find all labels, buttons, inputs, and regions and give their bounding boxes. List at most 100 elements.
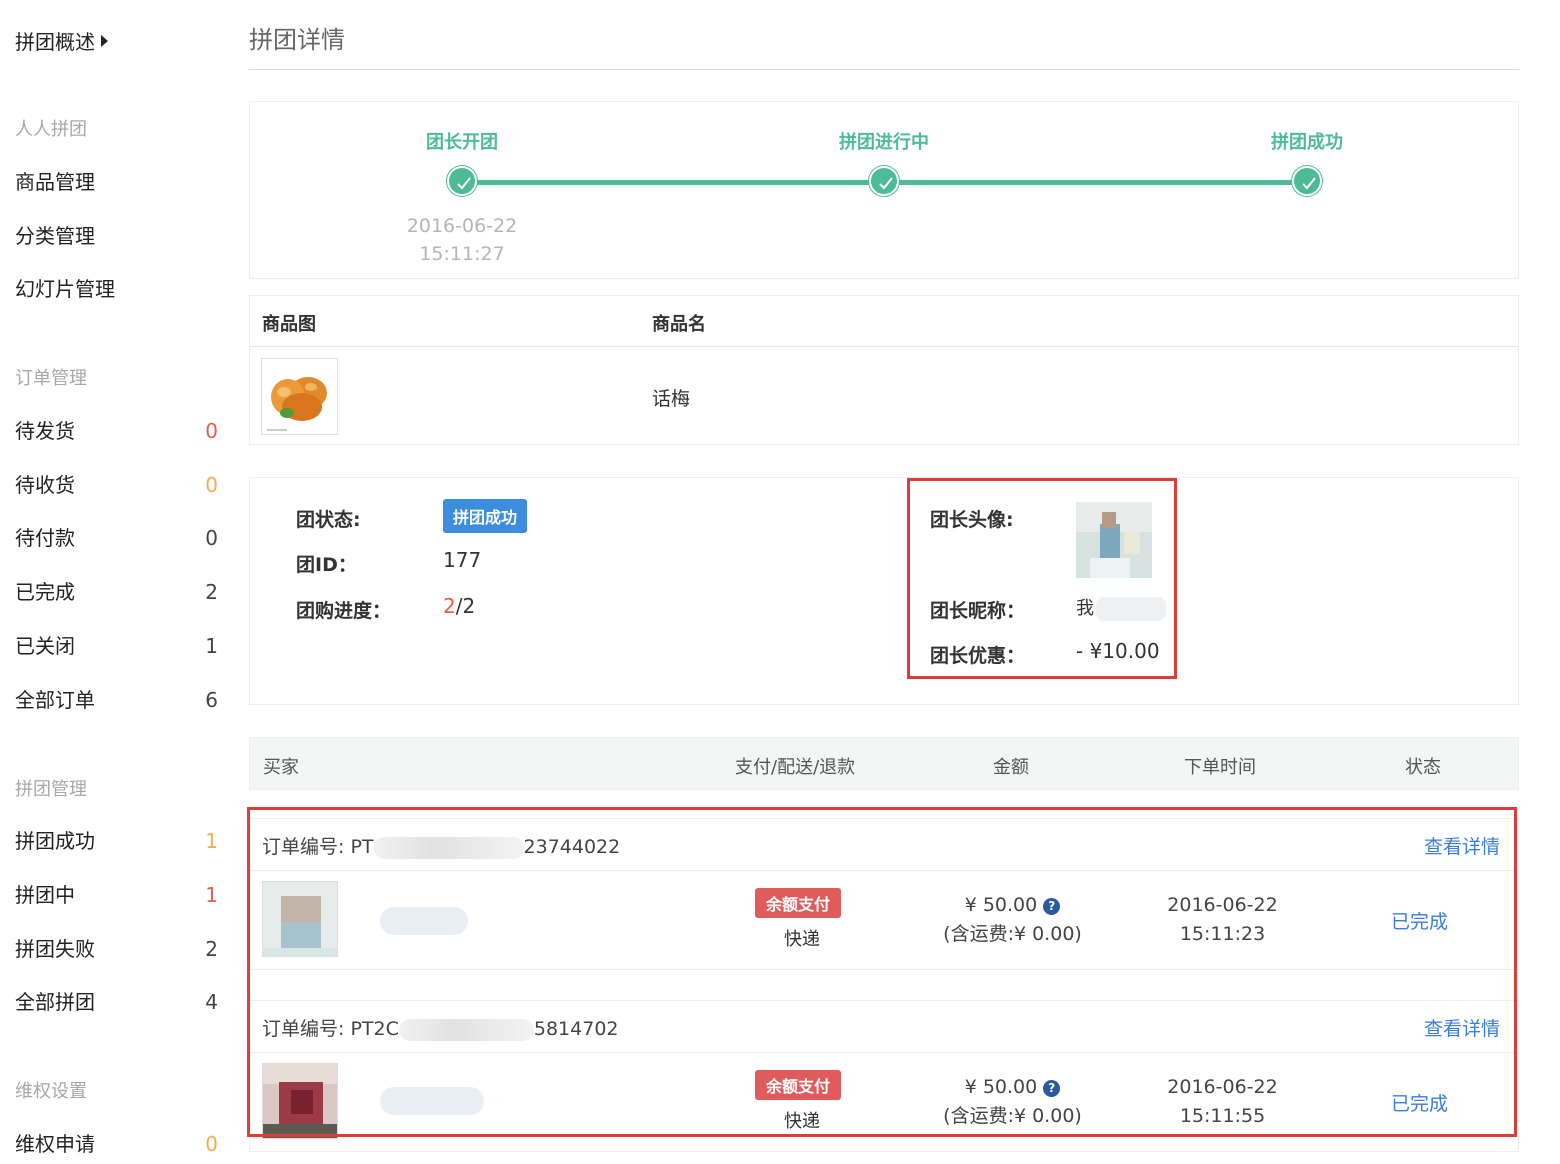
sidebar: 拼团概述 人人拼团 商品管理 分类管理 幻灯片管理 订单管理 待发货 0 待收货 0… <box>0 0 232 1164</box>
order-number-suffix: 23744022 <box>523 836 621 858</box>
sidebar-item-rights-apply[interactable]: 维权申请 0 <box>15 1129 220 1159</box>
sidebar-item-label: 待付款 <box>15 526 75 550</box>
title-divider <box>249 69 1519 70</box>
sidebar-heading-pintuan: 人人拼团 <box>15 119 87 140</box>
step-open-time: 2016-06-22 15:11:27 <box>407 212 517 268</box>
product-table: 商品图 商品名 话梅 <box>249 295 1519 445</box>
order-number: 订单编号: PT 23744022 <box>262 832 620 859</box>
sidebar-item-completed[interactable]: 已完成 2 <box>15 577 220 607</box>
sidebar-item-goods[interactable]: 商品管理 <box>15 167 220 197</box>
sidebar-item-count: 1 <box>205 883 218 907</box>
step-check-icon <box>447 166 477 196</box>
sidebar-item-count: 0 <box>205 526 218 550</box>
orders-header-amount: 金额 <box>993 757 1029 778</box>
order-number-blur <box>398 1018 534 1041</box>
order-detail-link[interactable]: 查看详情 <box>1424 1014 1500 1041</box>
step-label-open: 团长开团 <box>426 132 498 153</box>
sidebar-heading-group-manage: 拼团管理 <box>15 779 87 800</box>
order-number-row: 订单编号: PT2C 5814702 查看详情 <box>250 1001 1518 1053</box>
sidebar-item-count: 2 <box>205 580 218 604</box>
orders-table-header: 买家 支付/配送/退款 金额 下单时间 状态 <box>249 737 1519 790</box>
leader-avatar-label: 团长头像: <box>930 509 1014 531</box>
product-thumbnail[interactable] <box>261 358 338 435</box>
order-clock: 15:11:55 <box>1179 1105 1266 1127</box>
group-progress-panel: 团长开团 拼团进行中 拼团成功 2016-06-22 15:11:27 <box>249 101 1519 279</box>
sidebar-item-label: 维权申请 <box>15 1132 95 1156</box>
order-date: 2016-06-22 <box>1167 1076 1278 1098</box>
leader-nick-blur <box>1096 597 1166 621</box>
sidebar-item-group-ongoing[interactable]: 拼团中 1 <box>15 880 220 910</box>
order-clock: 15:11:23 <box>1179 923 1266 945</box>
page-title: 拼团详情 <box>249 26 345 54</box>
question-circle-icon[interactable]: ? <box>1043 898 1061 915</box>
group-id-value: 177 <box>443 548 482 572</box>
order-amount: ¥ 50.00 ? (含运费:¥ 0.00) <box>930 1073 1095 1131</box>
sidebar-item-label: 全部拼团 <box>15 990 95 1014</box>
sidebar-overview-label: 拼团概述 <box>15 30 95 54</box>
sidebar-overview-link[interactable]: 拼团概述 <box>15 26 108 55</box>
order-number: 订单编号: PT2C 5814702 <box>262 1014 619 1041</box>
sidebar-item-group-failed[interactable]: 拼团失败 2 <box>15 934 220 964</box>
sidebar-item-label: 已关闭 <box>15 634 75 658</box>
order-row: 订单编号: PT 23744022 查看详情 余额支付 快递 ¥ 50.00 ? … <box>249 818 1519 970</box>
order-number-prefix: 订单编号: PT2C <box>262 1018 399 1040</box>
order-number-prefix: 订单编号: PT <box>262 836 374 858</box>
sidebar-item-count: 0 <box>205 419 218 443</box>
pay-method-badge: 余额支付 <box>755 1070 842 1100</box>
ship-method: 快递 <box>784 1111 820 1132</box>
order-number-blur <box>373 836 524 859</box>
question-circle-icon[interactable]: ? <box>1043 1080 1061 1097</box>
sidebar-heading-rights: 维权设置 <box>15 1081 87 1102</box>
step-label-success: 拼团成功 <box>1271 132 1343 153</box>
product-image-header: 商品图 <box>262 314 316 335</box>
sidebar-item-label: 拼团失败 <box>15 937 95 961</box>
order-detail-link[interactable]: 查看详情 <box>1424 832 1500 859</box>
product-table-header: 商品图 商品名 <box>250 296 1518 347</box>
order-status-link[interactable]: 已完成 <box>1391 907 1448 934</box>
sidebar-item-group-success[interactable]: 拼团成功 1 <box>15 826 220 856</box>
sidebar-item-to-pay[interactable]: 待付款 0 <box>15 523 220 553</box>
sidebar-item-group-all[interactable]: 全部拼团 4 <box>15 987 220 1017</box>
order-amount: ¥ 50.00 ? (含运费:¥ 0.00) <box>930 891 1095 949</box>
sidebar-item-label: 分类管理 <box>15 224 95 248</box>
sidebar-item-slides[interactable]: 幻灯片管理 <box>15 274 220 304</box>
order-amount-value: ¥ 50.00 <box>964 894 1038 916</box>
leader-avatar <box>1076 502 1152 578</box>
sidebar-heading-orders: 订单管理 <box>15 368 87 389</box>
buyer-avatar[interactable] <box>262 881 338 957</box>
leader-nick-label: 团长昵称： <box>930 600 1026 622</box>
product-name: 话梅 <box>652 388 691 410</box>
step-check-icon <box>869 166 899 196</box>
buyer-name-blur <box>380 907 468 935</box>
pay-method-badge: 余额支付 <box>755 888 842 918</box>
group-progress-value: 2/2 <box>443 594 475 618</box>
sidebar-item-label: 拼团中 <box>15 883 75 907</box>
orders-header-status: 状态 <box>1405 757 1441 778</box>
sidebar-item-label: 待收货 <box>15 473 75 497</box>
order-row: 订单编号: PT2C 5814702 查看详情 余额支付 快递 ¥ 50.00 ?… <box>249 1000 1519 1152</box>
group-status-badge: 拼团成功 <box>443 499 528 533</box>
sidebar-item-label: 幻灯片管理 <box>15 277 115 301</box>
sidebar-item-label: 已完成 <box>15 580 75 604</box>
buyer-avatar[interactable] <box>262 1063 338 1139</box>
group-id-label: 团ID： <box>296 554 357 576</box>
step-open-clock: 15:11:27 <box>419 243 505 265</box>
order-time: 2016-06-22 15:11:55 <box>1150 1073 1295 1131</box>
sidebar-item-count: 1 <box>205 634 218 658</box>
sidebar-item-all-orders[interactable]: 全部订单 6 <box>15 685 220 715</box>
product-name-header: 商品名 <box>652 314 706 335</box>
orders-header-buyer: 买家 <box>263 757 299 778</box>
order-status-link[interactable]: 已完成 <box>1391 1089 1448 1116</box>
sidebar-item-count: 0 <box>205 473 218 497</box>
sidebar-item-closed[interactable]: 已关闭 1 <box>15 631 220 661</box>
sidebar-item-to-receive[interactable]: 待收货 0 <box>15 470 220 500</box>
sidebar-item-category[interactable]: 分类管理 <box>15 221 220 251</box>
orders-header-time: 下单时间 <box>1184 757 1256 778</box>
sidebar-item-to-ship[interactable]: 待发货 0 <box>15 416 220 446</box>
ship-method: 快递 <box>784 929 820 950</box>
orders-header-payment: 支付/配送/退款 <box>735 757 856 778</box>
leader-nick-value: 我 <box>1076 594 1166 621</box>
buyer-name-blur <box>380 1087 484 1115</box>
group-status-label: 团状态: <box>296 509 361 531</box>
order-number-row: 订单编号: PT 23744022 查看详情 <box>250 819 1518 871</box>
